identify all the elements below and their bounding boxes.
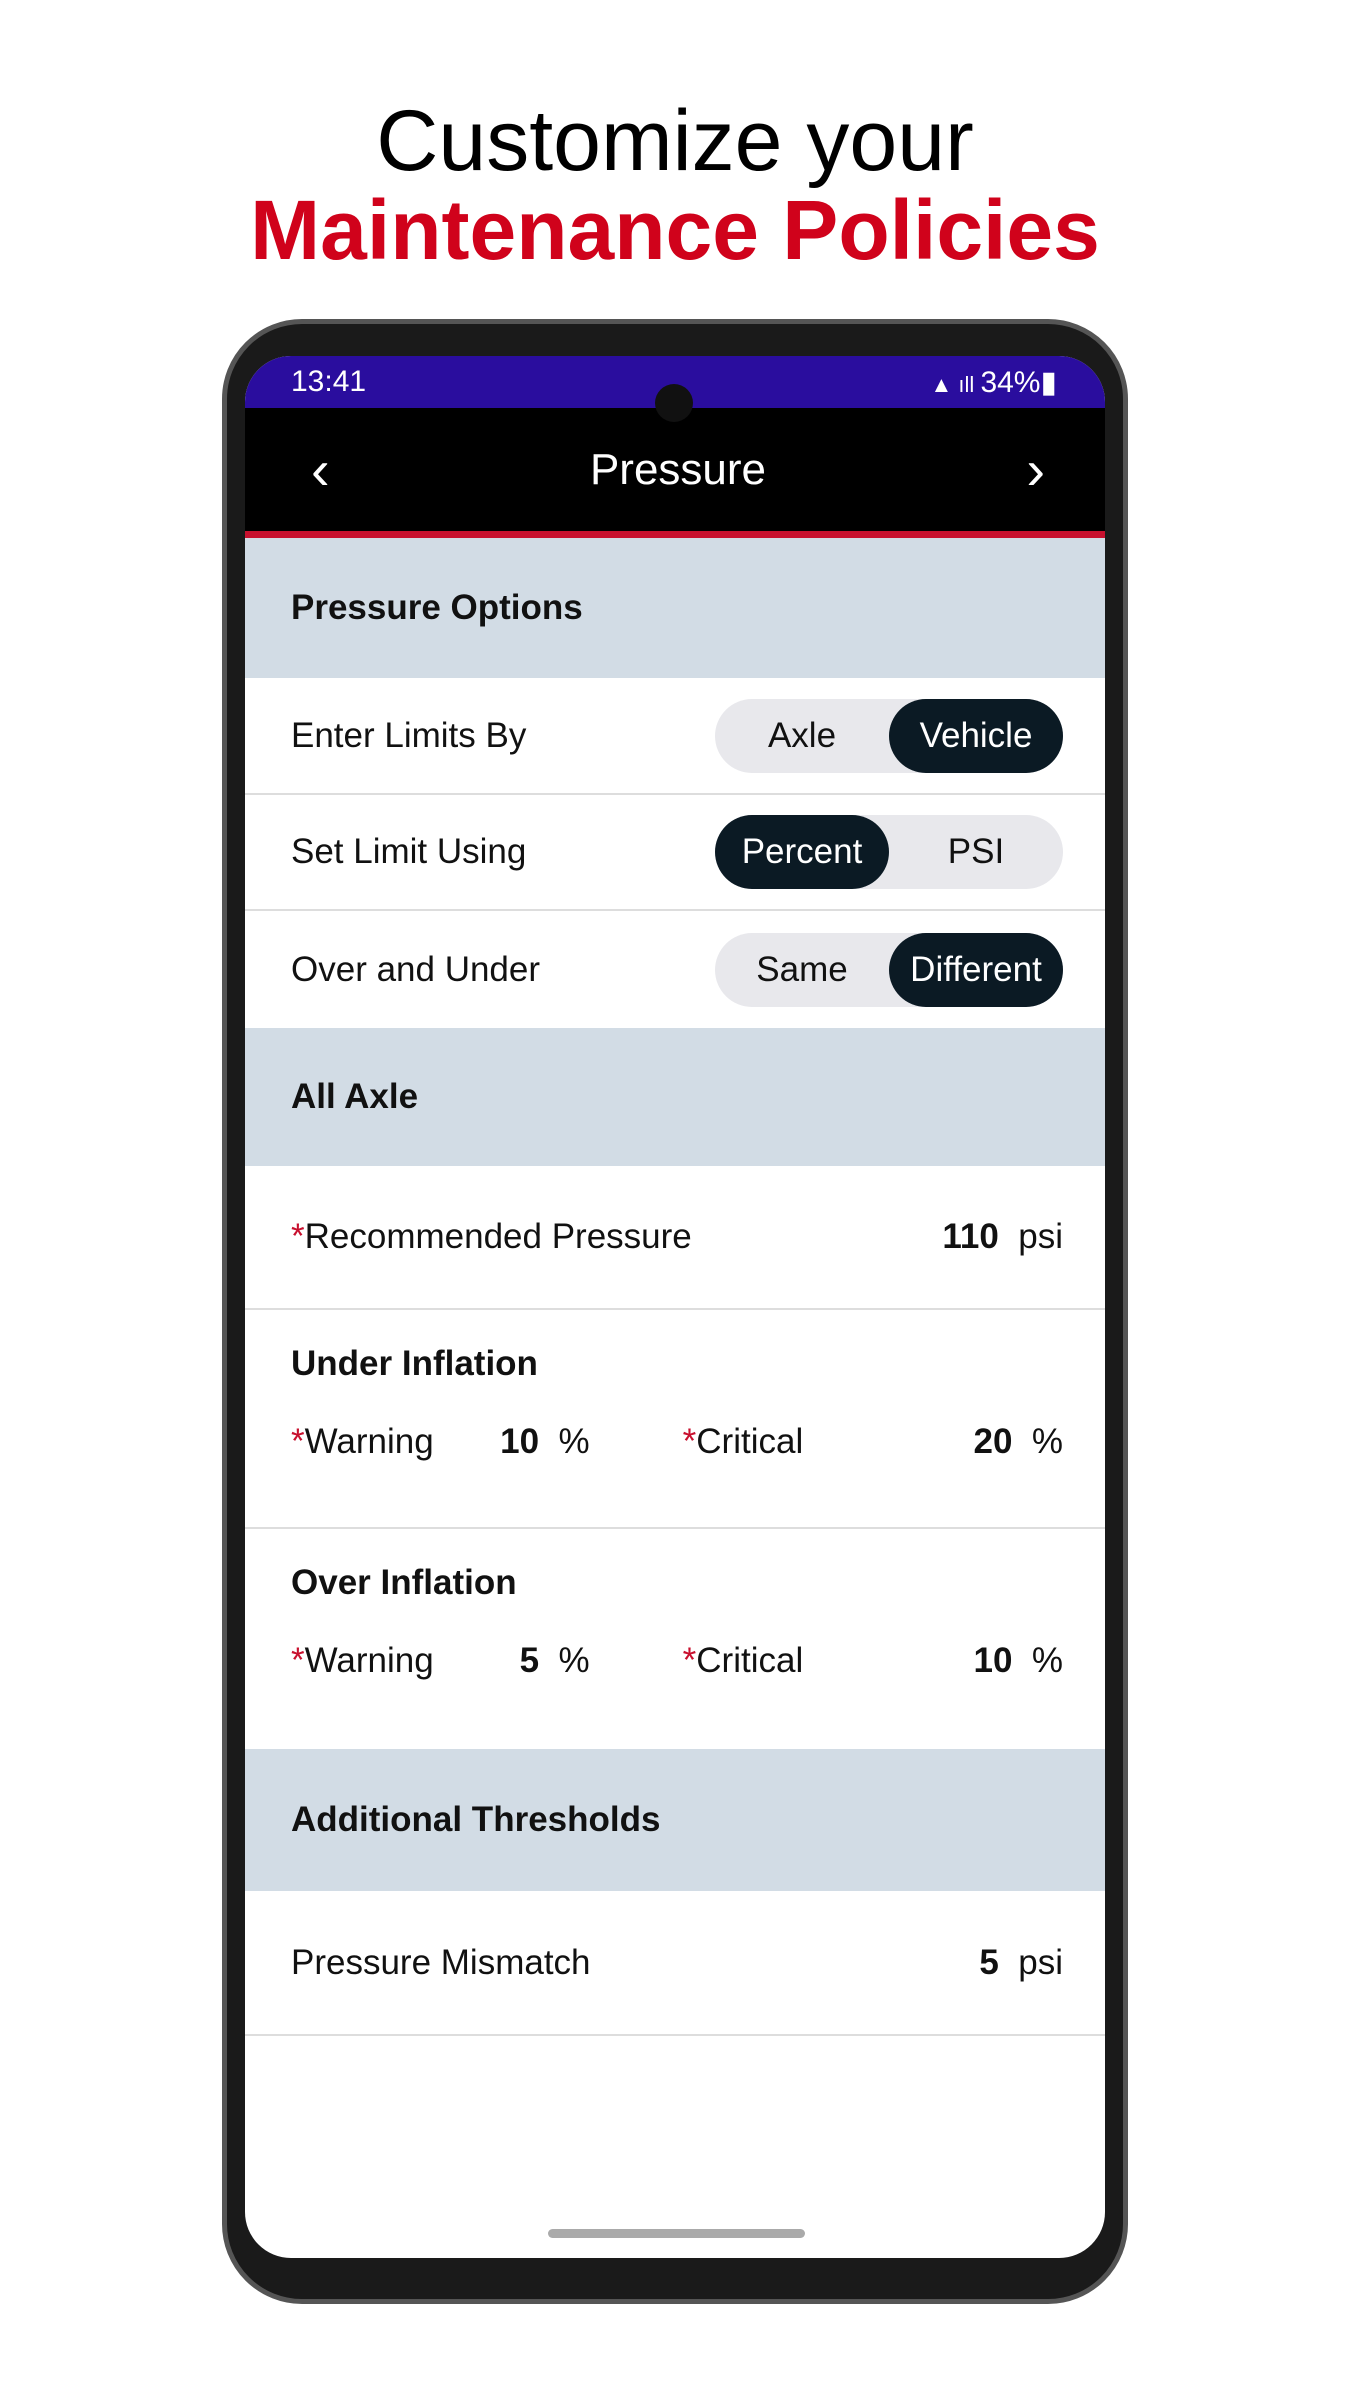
- section-additional-thresholds: Additional Thresholds: [245, 1749, 1105, 1891]
- signal-icon: ▲ ıll: [930, 371, 981, 397]
- block-over-inflation: Over Inflation *Warning 5 % *Critical 10 %: [245, 1529, 1105, 1749]
- under-warning-field[interactable]: *Warning 10 %: [291, 1422, 590, 1462]
- option-same[interactable]: Same: [715, 933, 889, 1007]
- field-label: Critical: [696, 1422, 804, 1461]
- segmented-enter-limits-by[interactable]: Axle Vehicle: [715, 698, 1063, 773]
- unit: psi: [1018, 1942, 1063, 1982]
- app-header: ‹ Pressure ›: [245, 408, 1105, 531]
- field-label: Warning: [304, 1641, 434, 1680]
- row-label: Set Limit Using: [291, 832, 527, 871]
- required-mark: *: [291, 1641, 305, 1680]
- unit: %: [558, 1422, 590, 1461]
- over-critical-value[interactable]: 10: [973, 1641, 1012, 1680]
- section-all-axle: All Axle: [245, 1028, 1105, 1166]
- row-label: Recommended Pressure: [304, 1217, 692, 1256]
- option-percent[interactable]: Percent: [715, 815, 889, 889]
- option-psi[interactable]: PSI: [889, 815, 1063, 889]
- row-set-limit-using: Set Limit Using Percent PSI: [245, 795, 1105, 911]
- block-title: Over Inflation: [291, 1563, 517, 1602]
- row-label: Over and Under: [291, 949, 541, 989]
- field-label: Warning: [304, 1422, 434, 1461]
- status-icons: ▲ ıll 34%▮: [931, 365, 1057, 400]
- block-title: Under Inflation: [291, 1344, 538, 1383]
- row-enter-limits-by: Enter Limits By Axle Vehicle: [245, 678, 1105, 795]
- unit: %: [558, 1641, 590, 1680]
- unit: %: [1031, 1641, 1063, 1680]
- row-over-and-under: Over and Under Same Different: [245, 911, 1105, 1028]
- pressure-mismatch-value[interactable]: 5: [979, 1943, 998, 1982]
- unit: psi: [1018, 1217, 1063, 1256]
- under-critical-field[interactable]: *Critical 20 %: [683, 1422, 1063, 1462]
- chevron-left-icon[interactable]: ‹: [311, 441, 330, 498]
- battery-level: 34%: [980, 365, 1041, 399]
- row-recommended-pressure[interactable]: *Recommended Pressure 110 psi: [245, 1166, 1105, 1310]
- chevron-right-icon[interactable]: ›: [1026, 441, 1045, 498]
- required-mark: *: [291, 1217, 305, 1256]
- status-time: 13:41: [291, 365, 367, 398]
- required-mark: *: [682, 1641, 697, 1680]
- over-critical-field[interactable]: *Critical 10 %: [683, 1641, 1063, 1681]
- segmented-over-and-under[interactable]: Same Different: [715, 932, 1063, 1007]
- camera-hole: [655, 384, 693, 422]
- under-warning-value[interactable]: 10: [500, 1422, 539, 1461]
- option-axle[interactable]: Axle: [715, 699, 889, 773]
- field-label: Critical: [696, 1641, 804, 1680]
- block-under-inflation: Under Inflation *Warning 10 % *Critical 20…: [245, 1310, 1105, 1529]
- battery-icon: ▮: [1040, 365, 1057, 399]
- row-pressure-mismatch[interactable]: Pressure Mismatch 5 psi: [245, 1891, 1105, 2036]
- under-critical-value[interactable]: 20: [973, 1422, 1012, 1461]
- app-screen: 13:41 ▲ ıll 34%▮ ‹ Pressure › Pressure O…: [245, 356, 1105, 2258]
- section-pressure-options: Pressure Options: [245, 538, 1105, 678]
- option-different[interactable]: Different: [889, 932, 1063, 1007]
- recommended-pressure-value[interactable]: 110: [942, 1217, 998, 1256]
- unit: %: [1031, 1422, 1063, 1461]
- promo-title-line2: Maintenance Policies: [250, 183, 1100, 277]
- row-label: Enter Limits By: [291, 715, 527, 755]
- over-warning-field[interactable]: *Warning 5 %: [291, 1641, 590, 1681]
- required-mark: *: [682, 1422, 697, 1461]
- home-indicator[interactable]: [548, 2229, 805, 2238]
- row-label: Pressure Mismatch: [291, 1942, 591, 1982]
- header-divider: [245, 531, 1105, 538]
- promo-title-line1: Customize your: [376, 93, 974, 189]
- required-mark: *: [291, 1422, 305, 1461]
- page-title: Pressure: [589, 444, 767, 494]
- segmented-set-limit-using[interactable]: Percent PSI: [715, 815, 1063, 889]
- option-vehicle[interactable]: Vehicle: [889, 698, 1063, 773]
- over-warning-value[interactable]: 5: [520, 1641, 539, 1680]
